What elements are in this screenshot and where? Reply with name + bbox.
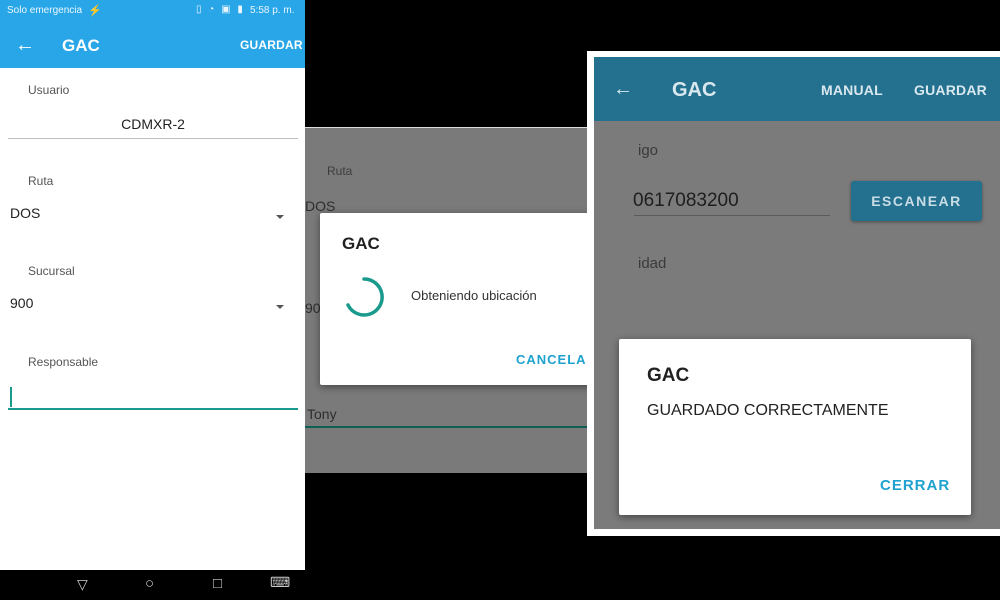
save-button[interactable]: GUARDAR — [914, 82, 987, 98]
responsable-input[interactable] — [8, 384, 298, 410]
codigo-value[interactable]: 0617083200 — [633, 190, 739, 212]
system-nav-bar: ▽ ○ □ ⌨ — [0, 570, 305, 600]
close-button[interactable]: CERRAR — [880, 477, 950, 494]
codigo-underline — [634, 215, 830, 216]
usuario-underline — [8, 138, 298, 139]
sucursal-label: Sucursal — [28, 264, 75, 278]
app-bar: ← GAC GUARDAR — [0, 22, 305, 68]
nav-home-icon[interactable]: ○ — [145, 575, 154, 592]
usuario-field[interactable]: CDMXR-2 — [8, 116, 298, 134]
loading-dialog: GAC Obteniendo ubicación CANCELAR — [320, 213, 613, 385]
usuario-value: CDMXR-2 — [121, 116, 185, 132]
ruta-value: DOS — [305, 198, 336, 214]
app-bar: ← GAC MANUAL GUARDAR — [594, 57, 1000, 121]
nav-back-icon[interactable]: ▽ — [77, 576, 88, 593]
cancel-button[interactable]: CANCELAR — [516, 352, 597, 367]
dialog-title: GAC — [342, 234, 380, 253]
carrier-text: Solo emergencia — [7, 5, 83, 16]
scan-button[interactable]: ESCANEAR — [851, 181, 982, 221]
dialog-message: Obteniendo ubicación — [411, 288, 537, 303]
status-icons: ▯ ◔ ▣ ▮ — [196, 4, 245, 15]
dropdown-caret-icon — [276, 215, 284, 219]
keyboard-icon[interactable]: ⌨ — [270, 574, 290, 591]
dropdown-caret-icon — [276, 305, 284, 309]
screen-saved-dialog: ← GAC MANUAL GUARDAR igo 0617083200 ESCA… — [594, 57, 1000, 529]
dialog-message: GUARDADO CORRECTAMENTE — [647, 402, 889, 419]
responsable-value: Tony — [307, 406, 337, 422]
usuario-label: Usuario — [28, 83, 70, 97]
responsable-underline — [305, 426, 628, 428]
app-title: GAC — [672, 79, 717, 101]
nav-recents-icon[interactable]: □ — [213, 575, 222, 592]
sucursal-value: 900 — [10, 295, 34, 311]
status-bar: Solo emergencia ⚡ ▯ ◔ ▣ ▮ 5:58 p. m. — [0, 0, 305, 22]
responsable-label: Responsable — [28, 355, 99, 369]
back-arrow-icon[interactable]: ← — [613, 79, 633, 99]
loading-spinner-icon — [346, 277, 384, 317]
codigo-label-partial: igo — [638, 142, 659, 159]
ruta-value: DOS — [10, 205, 41, 221]
sucursal-select[interactable]: 900 — [8, 290, 298, 316]
saved-dialog: GAC GUARDADO CORRECTAMENTE CERRAR — [619, 339, 971, 515]
app-title: GAC — [62, 36, 100, 55]
manual-button[interactable]: MANUAL — [821, 82, 883, 98]
save-button[interactable]: GUARDAR — [240, 38, 303, 52]
ruta-select[interactable]: DOS — [8, 200, 298, 226]
dialog-title: GAC — [647, 365, 690, 386]
clock-text: 5:58 p. m. — [250, 5, 295, 16]
responsable-underline — [8, 408, 298, 410]
text-cursor — [10, 387, 12, 407]
screen-main-form: Solo emergencia ⚡ ▯ ◔ ▣ ▮ 5:58 p. m. ← G… — [0, 0, 305, 600]
ruta-label: Ruta — [327, 164, 353, 178]
ruta-label: Ruta — [28, 174, 54, 188]
back-arrow-icon[interactable]: ← — [15, 35, 35, 55]
sucursal-value-partial: 90 — [305, 300, 321, 316]
scan-button-label: ESCANEAR — [871, 193, 962, 209]
cantidad-label-partial: idad — [638, 255, 667, 272]
usb-icon: ⚡ — [88, 5, 102, 17]
